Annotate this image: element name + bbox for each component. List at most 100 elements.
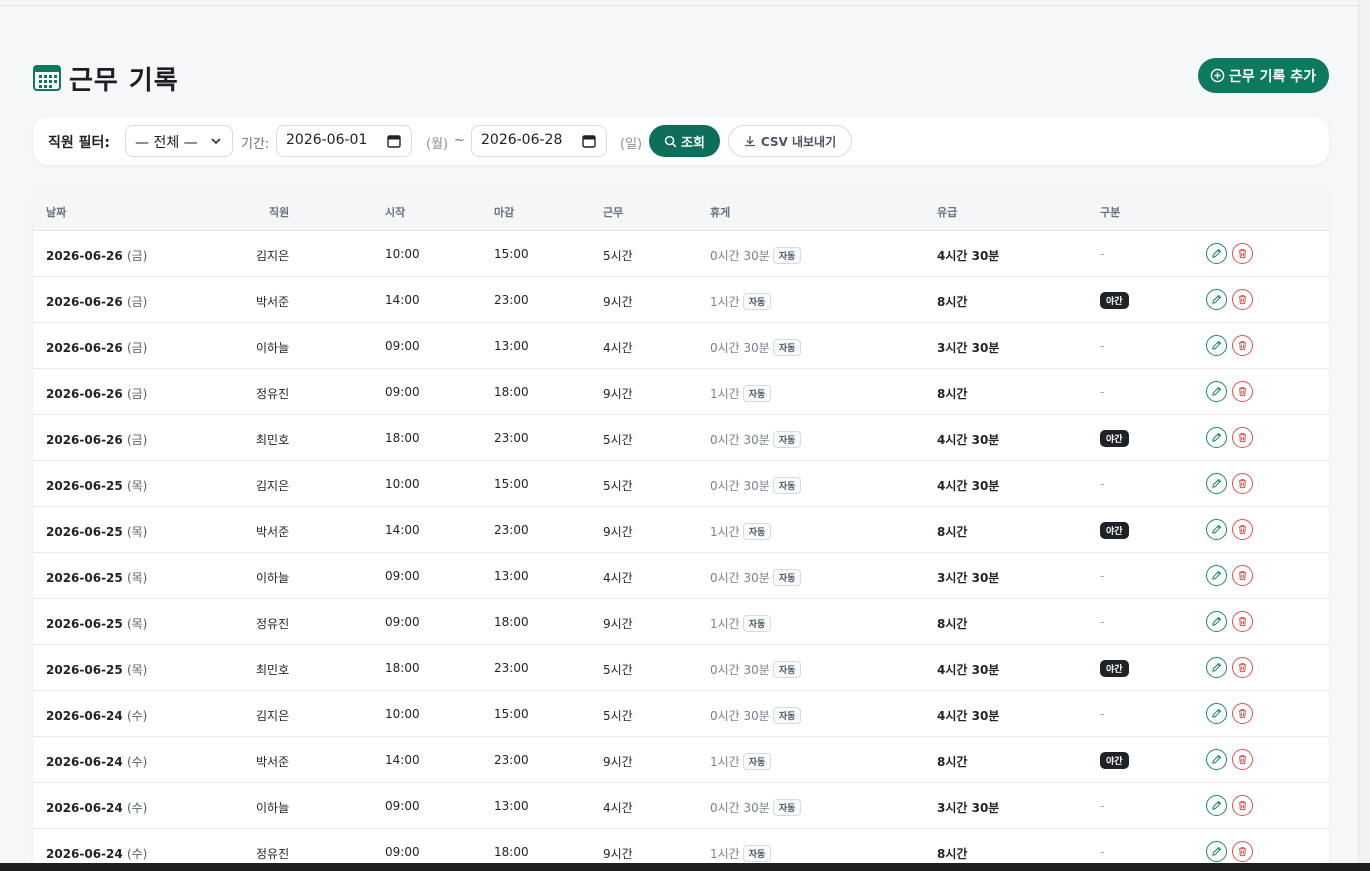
delete-button[interactable] [1232,749,1253,770]
delete-button[interactable] [1232,427,1253,448]
delete-button[interactable] [1232,565,1253,586]
calendar-icon[interactable] [582,134,596,148]
night-badge: 야간 [1100,292,1129,309]
auto-badge: 자동 [772,569,802,586]
edit-button[interactable] [1206,519,1227,540]
edit-button[interactable] [1206,703,1227,724]
end-cell: 18:00 [494,615,529,629]
start-cell: 14:00 [385,293,420,307]
header-employee[interactable]: 직원 [269,204,289,220]
break-value: 1시간 [710,847,740,861]
table-row[interactable]: 2026-06-26 (금) 박서준 14:00 23:00 9시간 1시간 자동 8시간 야간 [33,277,1329,323]
table-row[interactable]: 2026-06-26 (금) 이하늘 09:00 13:00 4시간 0시간 30분 자동 3… [33,323,1329,369]
delete-button[interactable] [1232,335,1253,356]
delete-button[interactable] [1232,703,1253,724]
table-row[interactable]: 2026-06-24 (수) 이하늘 09:00 13:00 4시간 0시간 30분 자동 3… [33,783,1329,829]
csv-export-button[interactable]: CSV 내보내기 [728,125,852,157]
edit-button[interactable] [1206,611,1227,632]
employee-cell: 최민호 [256,433,290,447]
date-cell: 2026-06-25 (목) [46,477,147,494]
pencil-icon [1212,248,1222,258]
day-of-week: (목) [126,479,148,493]
category-cell: 야간 [1100,660,1129,677]
search-button[interactable]: 조회 [649,125,720,157]
delete-button[interactable] [1232,289,1253,310]
trash-icon [1238,847,1247,857]
end-day-of-week: (일) [620,137,643,152]
edit-button[interactable] [1206,335,1227,356]
break-value: 0시간 30분 [710,801,770,815]
chevron-down-icon [211,138,221,145]
add-record-button[interactable]: 근무 기록 추가 [1197,58,1329,93]
end-date-value: 2026-06-28 [481,132,563,148]
delete-button[interactable] [1232,381,1253,402]
delete-button[interactable] [1232,795,1253,816]
top-divider [0,5,1360,6]
edit-button[interactable] [1206,289,1227,310]
table-row[interactable]: 2026-06-25 (목) 박서준 14:00 23:00 9시간 1시간 자동 8시간 야간 [33,507,1329,553]
start-cell: 10:00 [385,477,420,491]
table-row[interactable]: 2026-06-25 (목) 정유진 09:00 18:00 9시간 1시간 자동 8시간 - [33,599,1329,645]
trash-icon [1238,249,1247,259]
header-work[interactable]: 근무 [603,204,623,220]
header-start[interactable]: 시작 [385,204,405,220]
break-value: 0시간 30분 [710,249,770,263]
auto-badge: 자동 [772,799,802,816]
calendar-icon[interactable] [387,134,401,148]
edit-button[interactable] [1206,427,1227,448]
delete-button[interactable] [1232,519,1253,540]
end-cell: 23:00 [494,753,529,767]
edit-button[interactable] [1206,841,1227,862]
row-actions [1206,657,1253,678]
break-cell: 1시간 자동 [710,845,772,862]
table-row[interactable]: 2026-06-26 (금) 김지은 10:00 15:00 5시간 0시간 30분 자동 4… [33,231,1329,277]
header-end[interactable]: 마감 [494,204,514,220]
employee-cell: 이하늘 [256,341,290,355]
pencil-icon [1212,524,1222,534]
table-row[interactable]: 2026-06-25 (목) 이하늘 09:00 13:00 4시간 0시간 30분 자동 3… [33,553,1329,599]
delete-button[interactable] [1232,841,1253,862]
employee-select[interactable]: — 전체 — [125,125,233,157]
edit-button[interactable] [1206,657,1227,678]
category-cell: 야간 [1100,752,1129,769]
trash-icon [1238,341,1247,351]
edit-button[interactable] [1206,795,1227,816]
table-row[interactable]: 2026-06-25 (목) 김지은 10:00 15:00 5시간 0시간 30분 자동 4… [33,461,1329,507]
edit-button[interactable] [1206,565,1227,586]
date-value: 2026-06-24 [46,847,123,861]
edit-button[interactable] [1206,243,1227,264]
table-row[interactable]: 2026-06-24 (수) 김지은 10:00 15:00 5시간 0시간 30분 자동 4… [33,691,1329,737]
table-row[interactable]: 2026-06-26 (금) 최민호 18:00 23:00 5시간 0시간 30분 자동 4… [33,415,1329,461]
employee-filter-label: 직원 필터: [48,135,110,151]
employee-cell: 김지은 [256,479,290,493]
edit-button[interactable] [1206,473,1227,494]
end-cell: 13:00 [494,799,529,813]
break-cell: 0시간 30분 자동 [710,799,802,816]
header-category[interactable]: 구분 [1100,204,1120,220]
break-value: 0시간 30분 [710,709,770,723]
table-row[interactable]: 2026-06-26 (금) 정유진 09:00 18:00 9시간 1시간 자동 8시간 - [33,369,1329,415]
delete-button[interactable] [1232,473,1253,494]
header-break[interactable]: 휴게 [710,204,730,220]
edit-button[interactable] [1206,381,1227,402]
auto-badge: 자동 [742,523,772,540]
table-row[interactable]: 2026-06-25 (목) 최민호 18:00 23:00 5시간 0시간 30분 자동 4… [33,645,1329,691]
day-of-week: (목) [126,617,148,631]
end-cell: 15:00 [494,477,529,491]
table-row[interactable]: 2026-06-24 (수) 박서준 14:00 23:00 9시간 1시간 자동 8시간 야간 [33,737,1329,783]
edit-button[interactable] [1206,749,1227,770]
header-date[interactable]: 날짜 [46,204,66,220]
delete-button[interactable] [1232,611,1253,632]
delete-button[interactable] [1232,243,1253,264]
table-body: 2026-06-26 (금) 김지은 10:00 15:00 5시간 0시간 30분 자동 4… [33,231,1329,871]
row-actions [1206,749,1253,770]
date-value: 2026-06-25 [46,479,123,493]
pencil-icon [1212,570,1222,580]
start-date-input[interactable]: 2026-06-01 [276,125,412,157]
date-value: 2026-06-26 [46,433,123,447]
title-group: 근무 기록 [33,60,179,97]
delete-button[interactable] [1232,657,1253,678]
scrollbar[interactable] [1358,0,1370,863]
end-date-input[interactable]: 2026-06-28 [471,125,607,157]
header-paid[interactable]: 유급 [937,204,957,220]
